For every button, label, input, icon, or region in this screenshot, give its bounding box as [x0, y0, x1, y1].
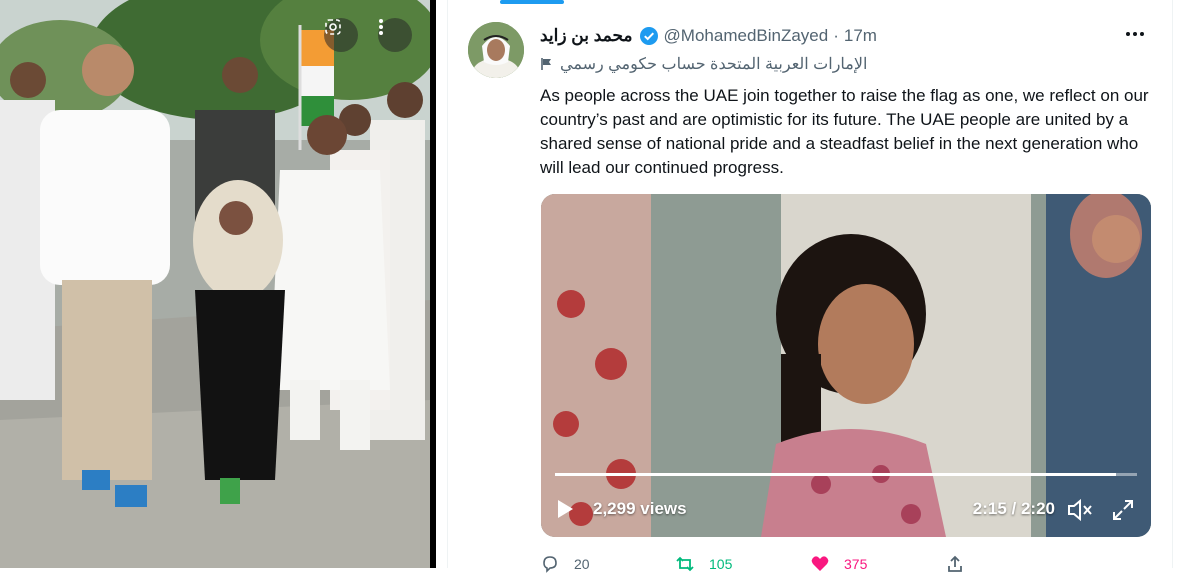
- video-player[interactable]: 2,299 views 2:15 / 2:20: [541, 194, 1151, 537]
- avatar[interactable]: [468, 22, 524, 78]
- video-timecode: 2:15 / 2:20: [972, 499, 1055, 518]
- share-button[interactable]: [945, 554, 1080, 574]
- video-views: 2,299 views: [593, 499, 687, 518]
- verified-badge-icon: [639, 26, 659, 46]
- flag-icon: [540, 57, 554, 71]
- active-tab-indicator: [500, 0, 564, 4]
- tweet-card: محمد بن زايد @MohamedBinZayed · 17m الإم…: [447, 0, 1173, 573]
- tweet-header: محمد بن زايد @MohamedBinZayed · 17m: [540, 24, 877, 48]
- heart-icon: [811, 556, 829, 571]
- separator-dot: ·: [833, 26, 839, 45]
- more-options-icon[interactable]: [1120, 22, 1150, 46]
- government-label: الإمارات العربية المتحدة حساب حكومي رسمي: [540, 53, 867, 75]
- reply-count: 20: [574, 556, 590, 572]
- more-vertical-icon[interactable]: [378, 18, 412, 52]
- video-progress-fill: [555, 473, 1117, 476]
- image-divider: [430, 0, 436, 568]
- tweet-actions: 20 105 375: [540, 552, 1080, 576]
- retweet-count: 105: [709, 556, 733, 572]
- video-progress-bar[interactable]: [555, 473, 1137, 476]
- like-count: 375: [844, 556, 868, 572]
- reply-icon: [543, 556, 557, 573]
- author-handle[interactable]: @MohamedBinZayed: [664, 26, 829, 46]
- like-button[interactable]: 375: [810, 554, 945, 574]
- share-icon: [948, 555, 962, 572]
- author-name[interactable]: محمد بن زايد: [540, 26, 633, 46]
- tweet-text: As people across the UAE join together t…: [540, 86, 1149, 177]
- government-label-text: الإمارات العربية المتحدة حساب حكومي رسمي: [560, 56, 868, 73]
- reply-button[interactable]: 20: [540, 554, 675, 574]
- fullscreen-icon[interactable]: [1111, 498, 1135, 522]
- retweet-button[interactable]: 105: [675, 554, 810, 574]
- tweet-timestamp[interactable]: 17m: [844, 26, 877, 46]
- lens-search-icon[interactable]: [324, 18, 358, 52]
- video-frame: [541, 194, 1151, 537]
- volume-muted-icon[interactable]: [1067, 498, 1093, 522]
- photo-scene: [0, 0, 430, 568]
- play-icon[interactable]: [555, 498, 579, 522]
- news-photo: [0, 0, 430, 568]
- retweet-icon: [676, 556, 694, 572]
